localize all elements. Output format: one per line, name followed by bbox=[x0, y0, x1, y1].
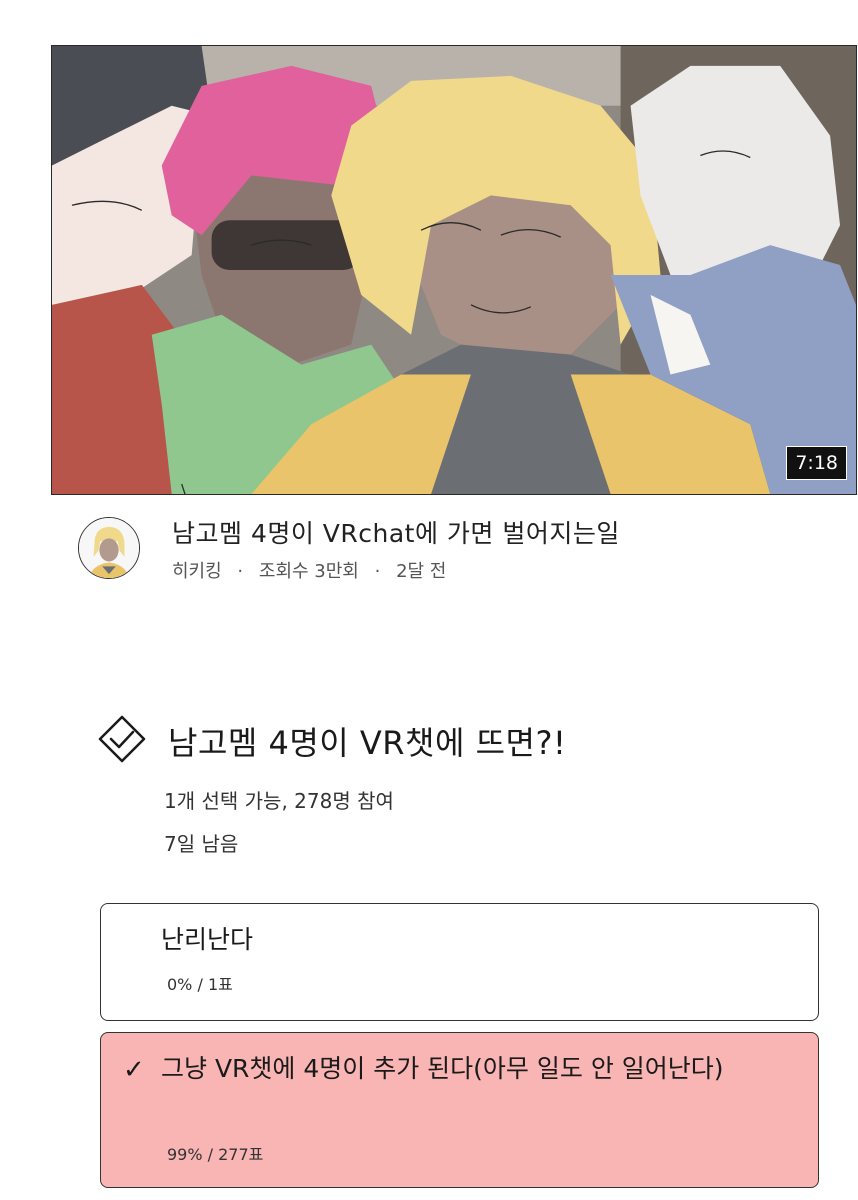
poll-time-remaining: 7일 남음 bbox=[164, 832, 239, 856]
channel-name[interactable]: 히키킹 bbox=[172, 561, 222, 582]
poll-question: 남고멤 4명이 VR챗에 뜨면?! bbox=[168, 724, 567, 762]
video-thumbnail[interactable]: 7:18 bbox=[51, 45, 857, 495]
view-count: 조회수 3만회 bbox=[258, 561, 359, 582]
check-badge-icon bbox=[98, 715, 146, 763]
poll-option-stat: 99% / 277표 bbox=[167, 1145, 264, 1164]
poll-option-label: 그냥 VR챗에 4명이 추가 된다(아무 일도 안 일어난다) bbox=[161, 1054, 724, 1083]
video-duration-badge: 7:18 bbox=[786, 446, 847, 480]
avatar-illustration bbox=[79, 518, 139, 578]
upload-time: 2달 전 bbox=[396, 561, 447, 582]
poll-option-label: 난리난다 bbox=[161, 925, 254, 954]
meta-separator: · bbox=[374, 561, 381, 582]
video-title[interactable]: 남고멤 4명이 VRchat에 가면 벌어지는일 bbox=[172, 514, 620, 550]
poll-option-2[interactable]: ✓ 그냥 VR챗에 4명이 추가 된다(아무 일도 안 일어난다) 99% / … bbox=[100, 1032, 819, 1188]
thumbnail-illustration bbox=[52, 46, 856, 494]
poll-option-1[interactable]: 난리난다 0% / 1표 bbox=[100, 903, 819, 1021]
meta-separator: · bbox=[237, 561, 244, 582]
check-icon: ✓ bbox=[123, 1055, 145, 1085]
poll-option-stat: 0% / 1표 bbox=[167, 975, 233, 994]
poll-info: 1개 선택 가능, 278명 참여 bbox=[164, 789, 394, 813]
video-meta: 히키킹 · 조회수 3만회 · 2달 전 bbox=[172, 557, 446, 583]
channel-avatar[interactable] bbox=[78, 517, 140, 579]
